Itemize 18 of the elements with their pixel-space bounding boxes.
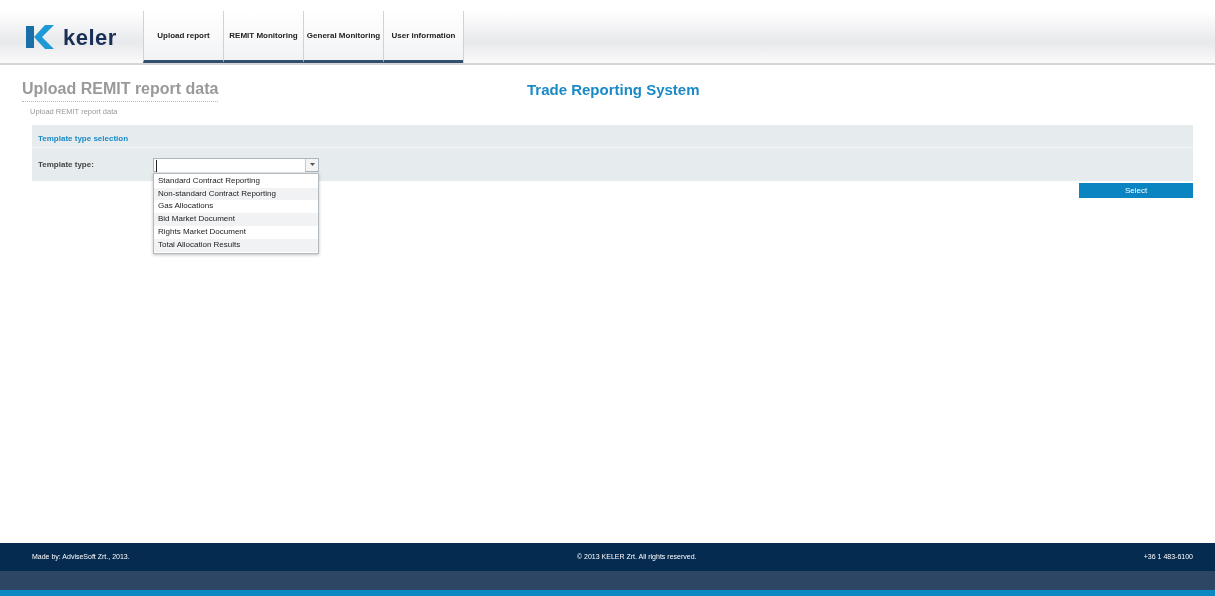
logo-icon (25, 24, 55, 50)
system-title: Trade Reporting System (527, 80, 700, 100)
dropdown-option[interactable]: Non-standard Contract Reporting (154, 187, 318, 201)
field-label: Template type: (38, 158, 95, 171)
nav-tab[interactable]: General Monitoring (303, 11, 383, 63)
dropdown-option[interactable]: Total Allocation Results (154, 238, 318, 252)
select-button[interactable]: Select (1079, 183, 1193, 199)
logo-text: keler (63, 23, 117, 52)
dropdown-option[interactable]: Rights Market Document (154, 225, 318, 239)
nav-tab[interactable]: Upload report (143, 11, 223, 63)
dropdown-option[interactable]: Bid Market Document (154, 213, 318, 226)
dropdown-option[interactable]: Gas Allocations (154, 200, 318, 214)
panel-heading: Template type selection (32, 125, 1193, 149)
nav-tab[interactable]: User information (383, 11, 463, 63)
dropdown-arrow-icon (309, 163, 315, 167)
dropdown-option[interactable]: Standard Contract Reporting (154, 174, 318, 188)
nav-tab[interactable]: REMIT Monitoring (223, 11, 303, 63)
page-title: Upload REMIT report data (22, 77, 219, 102)
